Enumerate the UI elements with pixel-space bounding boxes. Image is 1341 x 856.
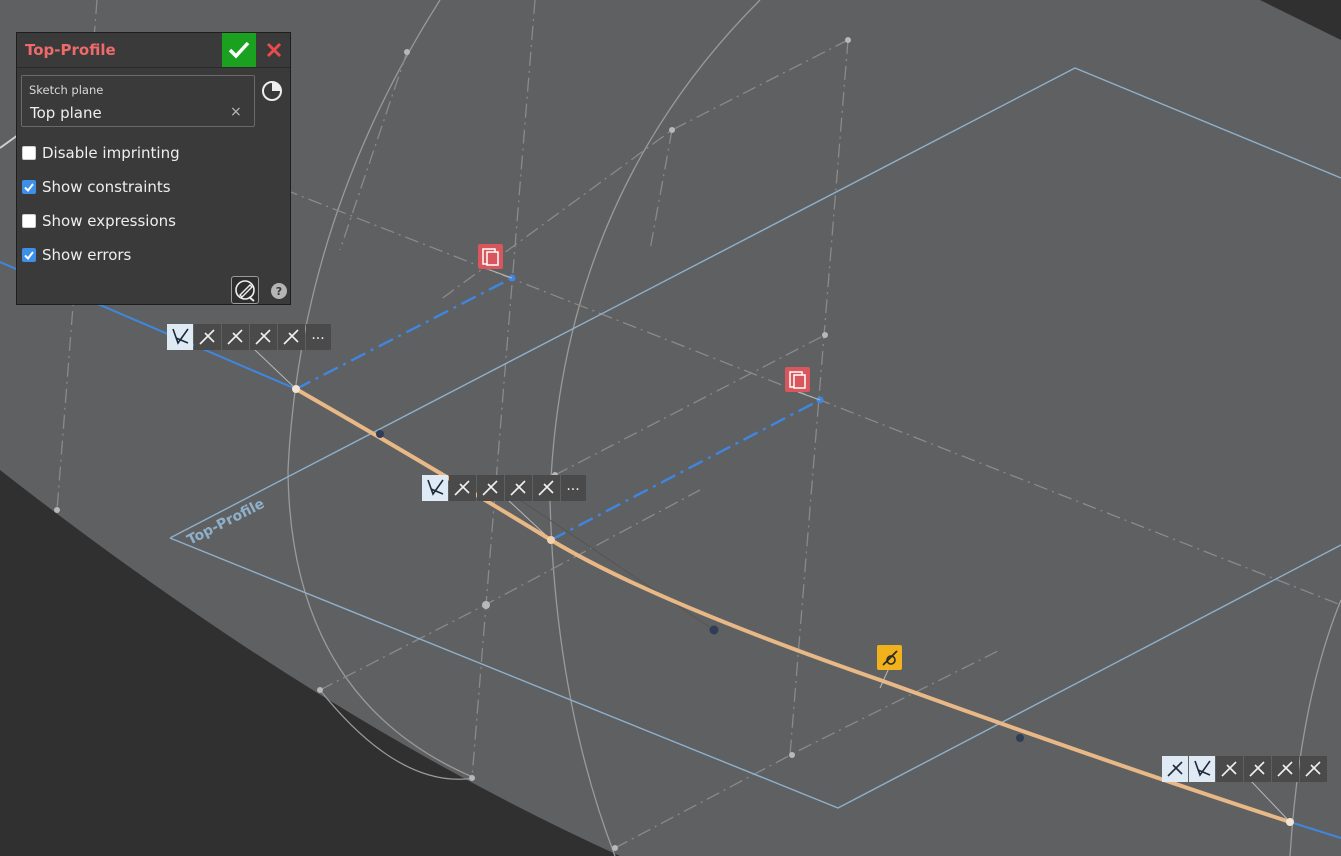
tangent-icon[interactable] <box>422 475 448 501</box>
sketch-plane-value[interactable]: Top plane <box>30 104 102 122</box>
accept-button[interactable] <box>222 33 256 67</box>
spline-fit-point[interactable] <box>547 536 555 544</box>
show-constraints-label: Show constraints <box>42 178 171 196</box>
show-constraints-option[interactable]: Show constraints <box>22 177 171 197</box>
dialog-header: Top-Profile <box>17 33 290 68</box>
error-badge[interactable] <box>478 244 503 269</box>
overflow-glyph: ··· <box>566 482 579 498</box>
sketch-pencil-icon <box>235 280 255 302</box>
sketch-title[interactable]: Top-Profile <box>25 41 116 59</box>
constraint-group-1: ··· <box>167 324 331 350</box>
show-expressions-label: Show expressions <box>42 212 176 230</box>
show-errors-checkbox[interactable] <box>22 248 36 262</box>
disable-imprinting-option[interactable]: Disable imprinting <box>22 143 180 163</box>
cancel-button[interactable] <box>259 33 289 67</box>
spline-endpoint[interactable] <box>1286 818 1294 826</box>
check-icon <box>24 182 34 192</box>
error-badge[interactable] <box>785 367 810 392</box>
show-expressions-option[interactable]: Show expressions <box>22 211 176 231</box>
checkmark-icon <box>228 41 250 59</box>
sketch-plane-field[interactable]: Sketch plane Top plane × <box>21 75 255 127</box>
sketch-feature-dialog: Top-Profile Sketch plane Top plane × Dis… <box>16 32 291 305</box>
view-normal-icon[interactable] <box>261 80 283 102</box>
tangent-icon[interactable] <box>167 324 193 350</box>
check-icon <box>24 250 34 260</box>
show-constraints-checkbox[interactable] <box>22 180 36 194</box>
overflow-glyph: ··· <box>311 331 324 347</box>
disable-imprinting-label: Disable imprinting <box>42 144 180 162</box>
constraint-group-2: ··· <box>422 475 586 501</box>
tangent-icon[interactable] <box>1189 756 1215 782</box>
clear-plane-button[interactable]: × <box>230 104 242 120</box>
show-errors-label: Show errors <box>42 246 132 264</box>
constraint-group-3 <box>1162 756 1327 782</box>
sketch-plane-label: Sketch plane <box>29 83 104 97</box>
disable-imprinting-checkbox[interactable] <box>22 146 36 160</box>
show-expressions-checkbox[interactable] <box>22 214 36 228</box>
show-errors-option[interactable]: Show errors <box>22 245 131 265</box>
spline-warning-badge[interactable] <box>877 645 902 670</box>
sketch-inspect-button[interactable] <box>231 276 259 304</box>
spline-endpoint[interactable] <box>292 385 300 393</box>
close-icon <box>266 42 282 58</box>
help-icon[interactable]: ? <box>271 283 287 299</box>
